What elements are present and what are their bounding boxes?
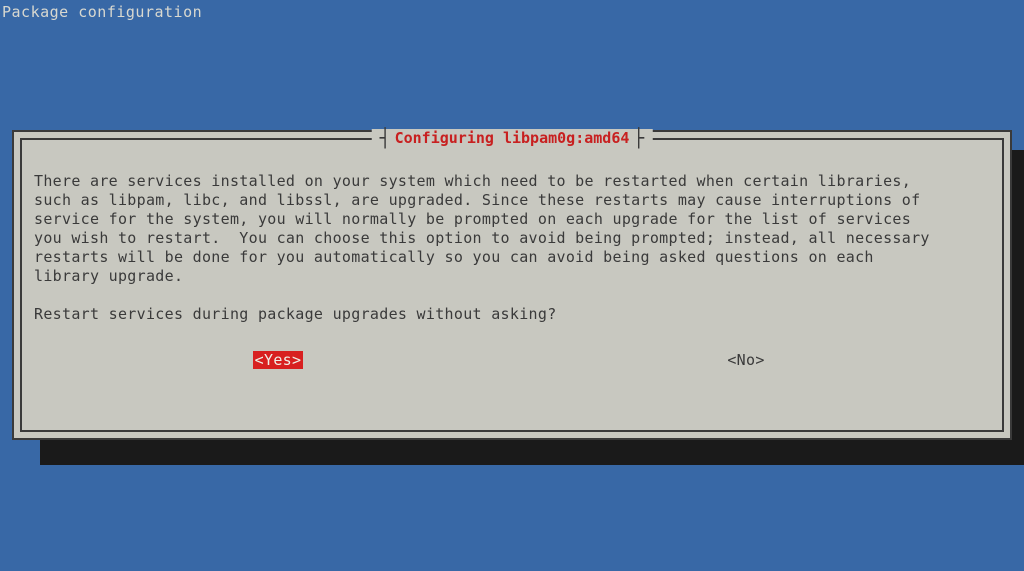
dialog-title-wrap: ┤ Configuring libpam0g:amd64 ├ [372,129,653,147]
title-bracket-left: ┤ [380,131,391,146]
dialog-inner: ┤ Configuring libpam0g:amd64 ├ There are… [20,138,1004,432]
yes-button[interactable]: <Yes> [253,351,304,369]
dialog-question: Restart services during package upgrades… [34,305,990,323]
no-button-col: <No> [512,351,980,369]
yes-button-col: <Yes> [44,351,512,369]
button-row: <Yes> <No> [34,351,990,369]
config-dialog: ┤ Configuring libpam0g:amd64 ├ There are… [12,130,1012,440]
dialog-title: Configuring libpam0g:amd64 [391,129,634,147]
title-bracket-right: ├ [633,131,644,146]
no-button[interactable]: <No> [725,351,766,369]
dialog-body-text: There are services installed on your sys… [34,172,990,286]
page-title: Package configuration [2,3,202,21]
